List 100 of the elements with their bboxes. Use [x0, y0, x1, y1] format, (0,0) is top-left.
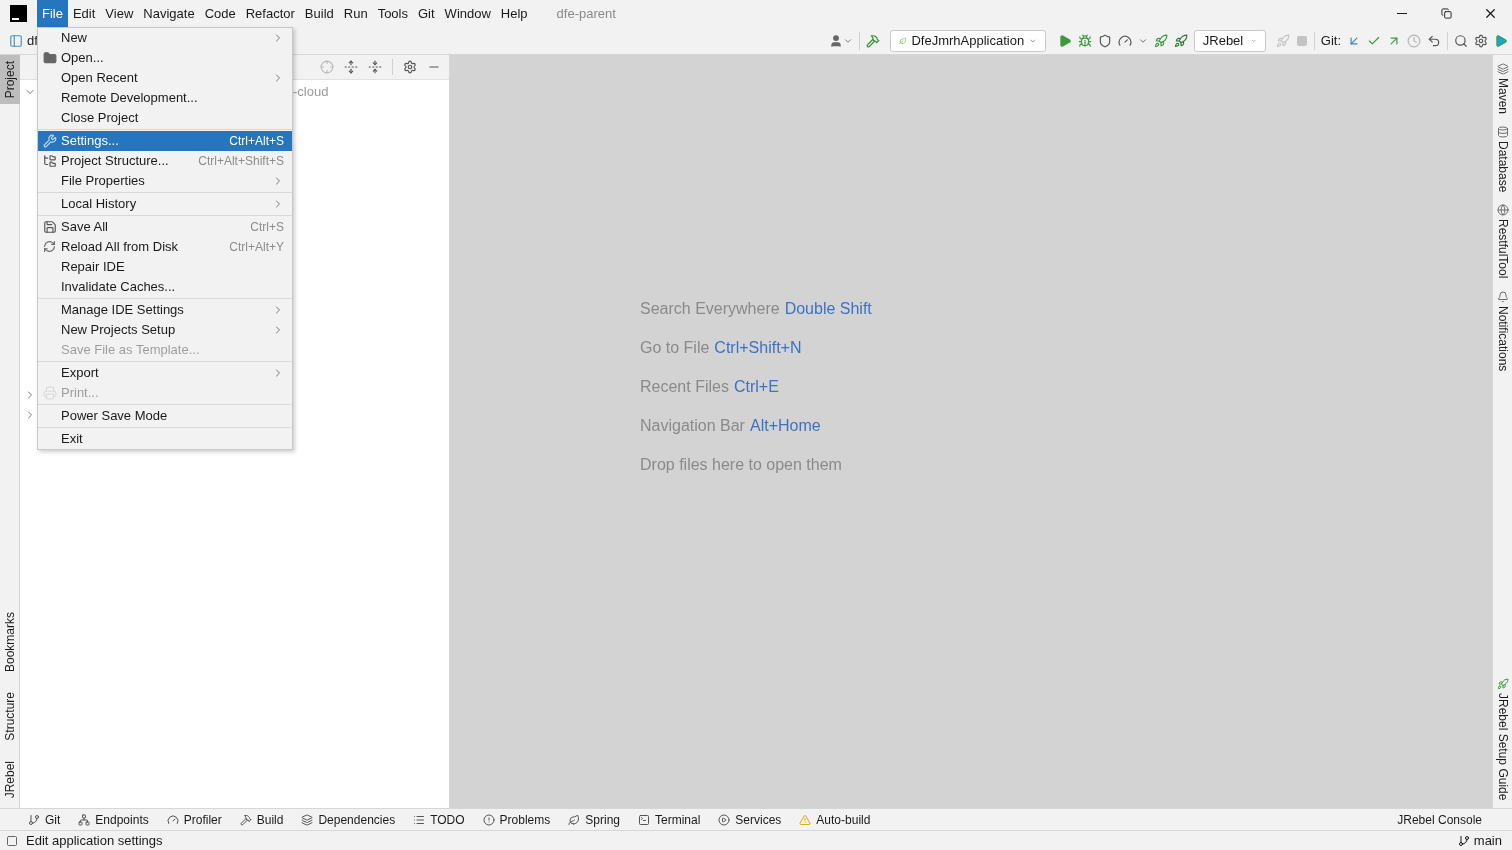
coverage-icon[interactable]	[1097, 33, 1112, 48]
project-icon	[9, 33, 23, 48]
menu-entry[interactable]: New Projects Setup	[38, 320, 292, 340]
hammer-icon	[239, 813, 252, 826]
gauge-icon	[166, 813, 179, 826]
hint-text: Drop files here to open them	[640, 454, 842, 475]
tool-window-tab[interactable]: Notifications	[1493, 290, 1512, 372]
undo-icon[interactable]	[1427, 33, 1441, 48]
menu-entry[interactable]: Power Save Mode	[38, 406, 292, 426]
menu-entry[interactable]: Project Structure... Ctrl+Alt+Shift+S	[38, 151, 292, 171]
branch-icon	[1457, 834, 1470, 847]
history-icon[interactable]	[1407, 33, 1421, 48]
tool-window-tab[interactable]: Structure	[0, 687, 20, 745]
tool-window-button[interactable]: Build	[239, 810, 284, 829]
globe-icon	[1497, 204, 1509, 217]
menu-entry[interactable]: New	[38, 28, 292, 48]
menu-entry[interactable]: Export	[38, 363, 292, 383]
search-icon[interactable]	[1454, 33, 1468, 48]
menu-item[interactable]: Help	[495, 0, 533, 27]
expand-all-icon[interactable]	[344, 60, 358, 74]
user-button[interactable]	[828, 33, 853, 48]
window-title: dfe-parent	[556, 4, 616, 23]
menu-item[interactable]: Git	[413, 0, 440, 27]
tool-window-button[interactable]: Profiler	[166, 810, 222, 829]
menu-item[interactable]: Tools	[372, 0, 413, 27]
tool-window-button[interactable]: TODO	[413, 810, 465, 829]
menu-entry[interactable]: Exit	[38, 429, 292, 449]
tool-window-button[interactable]: Auto-build	[799, 810, 871, 829]
database-icon	[1497, 126, 1509, 139]
hint-shortcut: Alt+Home	[749, 415, 821, 436]
tool-window-button[interactable]: Spring	[568, 810, 620, 829]
tool-window-button[interactable]: Git	[28, 810, 61, 829]
tool-window-tab[interactable]: JRebel	[0, 756, 20, 802]
reload-icon	[43, 240, 56, 253]
menu-entry[interactable]: Open...	[38, 48, 292, 68]
menu-entry[interactable]: Open Recent	[38, 68, 292, 88]
menu-item[interactable]: Window	[439, 0, 496, 27]
menu-entry[interactable]: Repair IDE	[38, 257, 292, 277]
collapse-all-icon[interactable]	[368, 60, 382, 74]
restore-icon	[1440, 8, 1452, 19]
hint-shortcut: Ctrl+E	[733, 376, 779, 397]
tool-window-button[interactable]: Endpoints	[78, 810, 149, 829]
tool-window-button[interactable]: Terminal	[638, 810, 701, 829]
alert-circle-icon	[482, 813, 495, 826]
minimize-icon	[1397, 13, 1407, 14]
jrebel-dropdown[interactable]: JRebel	[1193, 29, 1266, 52]
breadcrumb[interactable]: df	[27, 30, 38, 51]
menu-entry[interactable]: Invalidate Caches...	[38, 277, 292, 297]
app-logo-icon	[10, 5, 27, 22]
profiler-icon[interactable]	[1117, 33, 1132, 48]
leaf-icon	[568, 813, 581, 826]
hint-shortcut: Double Shift	[784, 298, 872, 319]
tool-window-button[interactable]: Problems	[482, 810, 551, 829]
menu-item[interactable]: Navigate	[138, 0, 200, 27]
menu-item[interactable]: File	[37, 0, 68, 27]
menu-entry[interactable]: Close Project	[38, 108, 292, 128]
tool-window-tab[interactable]: JRebel Setup Guide	[1493, 677, 1512, 800]
menu-item[interactable]: Refactor	[240, 0, 300, 27]
menu-entry[interactable]: Remote Development...	[38, 88, 292, 108]
menu-item[interactable]: View	[100, 0, 139, 27]
tool-window-tab[interactable]: Bookmarks	[0, 607, 20, 676]
leaf-icon	[898, 34, 907, 47]
menu-entry[interactable]: Save All Ctrl+S	[38, 217, 292, 237]
branch-widget[interactable]: main	[1457, 830, 1502, 850]
folder-icon	[43, 51, 57, 65]
wrench-icon	[43, 134, 57, 148]
menu-item[interactable]: Run	[338, 0, 373, 27]
tool-window-tab[interactable]: Project	[0, 55, 20, 105]
tool-window-button[interactable]: Services	[718, 810, 782, 829]
menu-item[interactable]: Edit	[67, 0, 101, 27]
terminal-icon	[638, 813, 650, 826]
list-icon	[413, 813, 426, 826]
hint-text: Navigation Bar	[640, 415, 745, 436]
settings-icon[interactable]	[1474, 33, 1488, 48]
bell-icon	[1497, 290, 1509, 303]
menu-entry[interactable]: Local History	[38, 194, 292, 214]
hammer-icon[interactable]	[865, 33, 880, 48]
tool-window-button[interactable]: Dependencies	[301, 810, 396, 829]
menu-entry[interactable]: File Properties	[38, 171, 292, 191]
hint-text: Search Everywhere	[640, 298, 780, 319]
rocket-icon[interactable]	[1153, 33, 1168, 48]
locate-icon[interactable]	[320, 60, 334, 74]
settings-icon[interactable]	[403, 60, 417, 74]
plugin-logo-icon[interactable]	[1494, 33, 1508, 48]
tool-window-button[interactable]: JRebel Console	[1397, 810, 1482, 829]
bug-icon[interactable]	[1077, 33, 1092, 48]
play-circle-icon	[718, 813, 731, 826]
menu-entry[interactable]: Settings... Ctrl+Alt+S	[38, 131, 292, 151]
menu-entry[interactable]: Manage IDE Settings	[38, 300, 292, 320]
menu-entry[interactable]: Reload All from Disk Ctrl+Alt+Y	[38, 237, 292, 257]
save-icon	[43, 220, 57, 234]
run-icon[interactable]	[1057, 33, 1072, 48]
panel-toggle-icon[interactable]	[6, 834, 18, 847]
menu-item[interactable]: Code	[199, 0, 241, 27]
run-config-dropdown[interactable]: DfeJmrhApplication	[889, 29, 1046, 52]
tool-window-tab[interactable]: RestfulTool	[1493, 204, 1512, 279]
rocket-icon[interactable]	[1173, 33, 1188, 48]
tool-window-tab[interactable]: Database	[1493, 126, 1512, 193]
tool-window-tab[interactable]: Maven	[1493, 63, 1512, 115]
menu-item[interactable]: Build	[299, 0, 339, 27]
